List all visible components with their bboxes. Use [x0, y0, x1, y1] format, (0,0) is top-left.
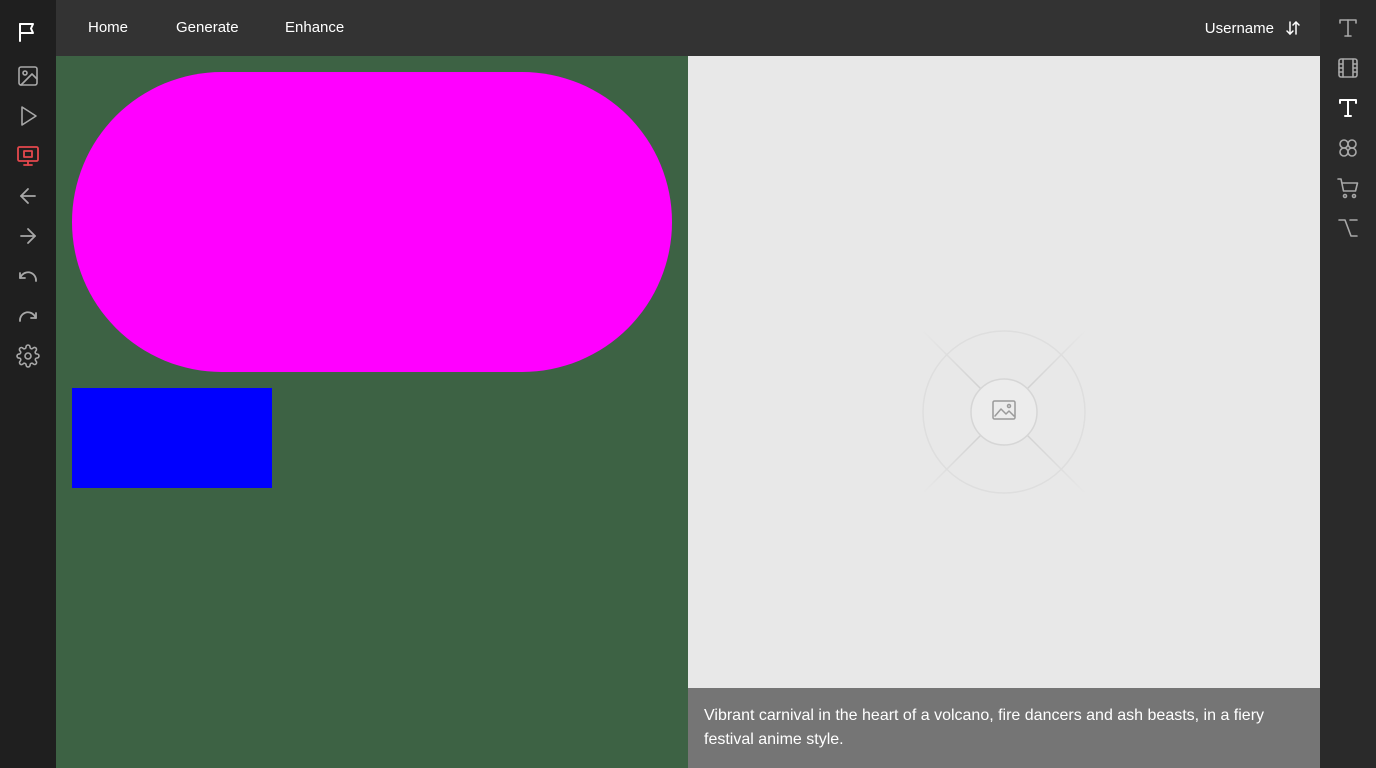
option-key-icon [1338, 219, 1358, 237]
nav-home[interactable]: Home [88, 0, 128, 56]
play-icon [21, 106, 37, 126]
text-icon [1339, 19, 1357, 37]
clover-icon [1339, 139, 1357, 157]
arrow-right-icon [20, 228, 36, 244]
flag-button[interactable] [8, 12, 48, 52]
nav-enhance[interactable]: Enhance [285, 0, 344, 56]
image-icon [18, 66, 38, 86]
design-canvas[interactable] [56, 56, 688, 768]
magenta-pill-shape[interactable] [72, 72, 672, 372]
undo-button[interactable] [8, 256, 48, 296]
arrow-left-icon [20, 188, 36, 204]
settings-icon [16, 344, 40, 368]
presentation-icon [17, 146, 39, 166]
app-root: Home Generate Enhance Username Vibrant c… [0, 0, 1376, 768]
shop-button[interactable] [1328, 168, 1368, 208]
username-label: Username [1204, 19, 1274, 37]
flag-icon [19, 23, 34, 42]
user-menu[interactable]: Username [1205, 0, 1302, 56]
film-tool-button[interactable] [1328, 48, 1368, 88]
image-placeholder-icon [888, 296, 1120, 528]
cart-icon [1337, 178, 1359, 199]
forward-button[interactable] [8, 216, 48, 256]
nav-generate[interactable]: Generate [176, 0, 239, 56]
left-toolbar [0, 0, 56, 768]
settings-button[interactable] [8, 336, 48, 376]
prompt-caption: Vibrant carnival in the heart of a volca… [688, 688, 1320, 768]
option-button[interactable] [1328, 208, 1368, 248]
presentation-button[interactable] [8, 136, 48, 176]
image-button[interactable] [8, 56, 48, 96]
preview-panel [688, 56, 1320, 688]
right-toolbar [1320, 0, 1376, 768]
redo-icon [19, 311, 37, 322]
back-button[interactable] [8, 176, 48, 216]
sort-arrows-icon[interactable] [1284, 19, 1302, 37]
undo-icon [19, 271, 37, 282]
text-style-button[interactable] [1328, 88, 1368, 128]
text-icon [1339, 99, 1357, 117]
play-button[interactable] [8, 96, 48, 136]
top-navigation-bar: Home Generate Enhance Username [56, 0, 1320, 56]
components-button[interactable] [1328, 128, 1368, 168]
film-icon [1338, 58, 1358, 78]
text-tool-button[interactable] [1328, 8, 1368, 48]
blue-rectangle-shape[interactable] [72, 388, 272, 488]
redo-button[interactable] [8, 296, 48, 336]
